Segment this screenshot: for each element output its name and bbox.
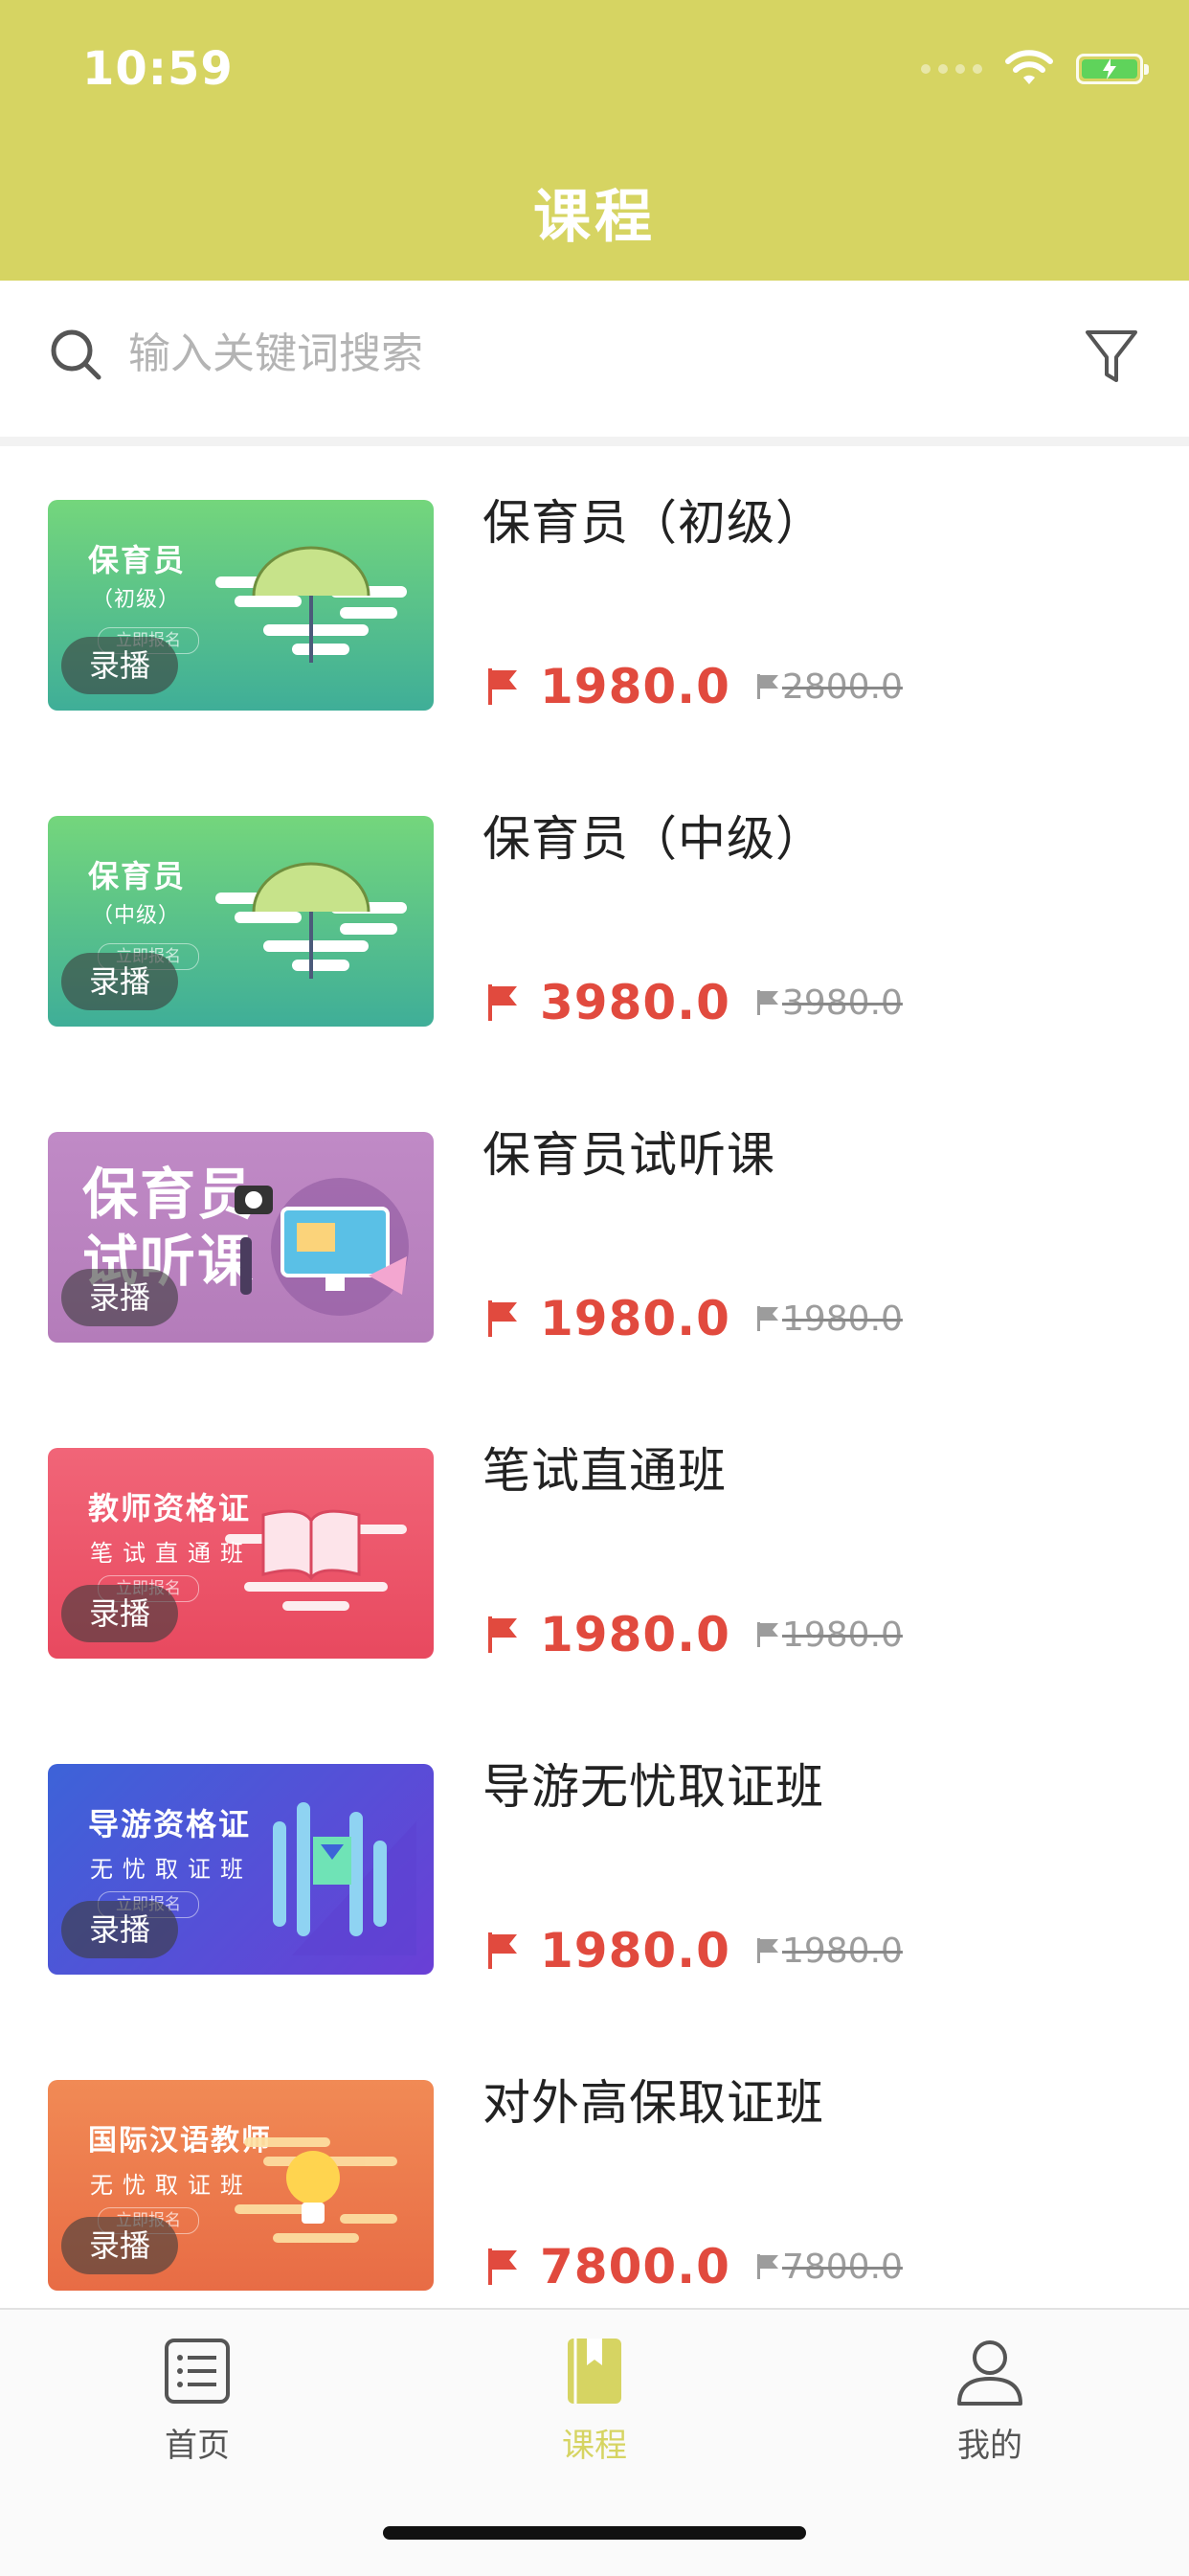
course-name: 对外高保取证班 xyxy=(482,2075,824,2131)
original-price: 1980.0 xyxy=(755,1299,903,1339)
status-indicators xyxy=(921,50,1149,88)
original-price-value: 7800.0 xyxy=(781,2247,903,2287)
course-item[interactable]: 保育员 （中级） 立即报名 录播 保育员（中级） 3980.0 3980.0 xyxy=(0,762,1189,1078)
course-price: 1980.0 xyxy=(540,1607,730,1662)
recorded-tag: 录播 xyxy=(61,953,178,1010)
course-price: 1980.0 xyxy=(540,1923,730,1978)
home-indicator xyxy=(383,2526,806,2540)
original-price: 7800.0 xyxy=(755,2248,903,2287)
umbrella-icon xyxy=(215,862,407,979)
original-price-value: 1980.0 xyxy=(781,1299,903,1339)
search-icon[interactable] xyxy=(48,327,105,384)
page-title: 课程 xyxy=(533,184,656,251)
original-price-flag-icon xyxy=(756,2254,778,2279)
recorded-tag: 录播 xyxy=(61,1585,178,1642)
course-name: 保育员试听课 xyxy=(482,1127,775,1183)
course-thumbnail: 教师资格证 笔试直通班 立即报名 录播 xyxy=(48,1448,434,1659)
price-row: 7800.0 7800.0 xyxy=(486,2239,903,2294)
course-price: 7800.0 xyxy=(540,2239,730,2294)
original-price-flag-icon xyxy=(756,1622,778,1647)
course-thumbnail: 导游资格证 无忧取证班 立即报名 录播 xyxy=(48,1764,434,1975)
user-icon xyxy=(957,2340,1022,2406)
recorded-tag: 录播 xyxy=(61,1901,178,1958)
divider xyxy=(0,437,1189,446)
course-name: 笔试直通班 xyxy=(482,1443,727,1499)
search-bar xyxy=(0,281,1189,437)
course-thumbnail: 保育员 （中级） 立即报名 录播 xyxy=(48,816,434,1027)
tab-home[interactable]: 首页 xyxy=(92,2333,303,2466)
course-price: 3980.0 xyxy=(540,975,730,1030)
tab-me[interactable]: 我的 xyxy=(885,2333,1095,2466)
original-price: 3980.0 xyxy=(755,983,903,1023)
price-row: 1980.0 1980.0 xyxy=(486,1607,903,1662)
tab-courses-label: 课程 xyxy=(562,2427,627,2465)
price-flag-icon xyxy=(488,1616,517,1653)
tab-courses[interactable]: 课程 xyxy=(489,2333,700,2466)
signal-icon xyxy=(921,64,982,74)
original-price-value: 3980.0 xyxy=(781,983,903,1023)
course-item[interactable]: 教师资格证 笔试直通班 立即报名 录播 笔试直通班 1980.0 1980.0 xyxy=(0,1394,1189,1710)
top-header: 10:59 课程 xyxy=(0,0,1189,281)
price-row: 3980.0 3980.0 xyxy=(486,975,903,1030)
search-input[interactable] xyxy=(126,319,992,388)
original-price: 1980.0 xyxy=(755,1932,903,1971)
original-price-flag-icon xyxy=(756,1306,778,1331)
course-item[interactable]: 导游资格证 无忧取证班 立即报名 录播 导游无忧取证班 1980.0 1980.… xyxy=(0,1710,1189,2026)
bookmark-book-icon xyxy=(568,2339,621,2404)
course-name: 导游无忧取证班 xyxy=(482,1759,824,1815)
price-flag-icon xyxy=(488,2248,517,2285)
recorded-tag: 录播 xyxy=(61,637,178,694)
price-flag-icon xyxy=(488,984,517,1021)
original-price: 2800.0 xyxy=(755,667,903,707)
course-price: 1980.0 xyxy=(540,1291,730,1346)
lightbulb-icon xyxy=(235,2137,397,2243)
recorded-tag: 录播 xyxy=(61,2217,178,2274)
tab-home-label: 首页 xyxy=(165,2427,230,2465)
price-flag-icon xyxy=(488,1300,517,1337)
course-item[interactable]: 保育员 试听课 录播 保育员试听课 1980.0 1980.0 xyxy=(0,1078,1189,1394)
umbrella-icon xyxy=(215,546,407,663)
original-price-flag-icon xyxy=(756,990,778,1015)
thumb-subtitle: （初级） xyxy=(92,588,181,612)
price-flag-icon xyxy=(488,668,517,705)
wifi-icon xyxy=(1005,50,1053,84)
filter-icon[interactable] xyxy=(1084,327,1139,386)
course-item[interactable]: 国际汉语教师 无忧取证班 立即报名 录播 对外高保取证班 7800.0 7800… xyxy=(0,2026,1189,2342)
thumb-title: 保育员 xyxy=(88,858,187,894)
price-row: 1980.0 1980.0 xyxy=(486,1291,903,1346)
battery-icon xyxy=(1076,54,1149,84)
price-flag-icon xyxy=(488,1932,517,1969)
tab-me-label: 我的 xyxy=(957,2427,1022,2465)
course-item[interactable]: 保育员 （初级） 立即报名 录播 保育员（初级） 1980.0 2800.0 xyxy=(0,446,1189,762)
original-price-value: 1980.0 xyxy=(781,1931,903,1971)
thumb-title: 保育员 xyxy=(88,542,187,578)
thumb-subtitle: （中级） xyxy=(92,904,181,928)
original-price-flag-icon xyxy=(756,674,778,699)
flag-building-icon xyxy=(273,1802,416,1955)
original-price-flag-icon xyxy=(756,1938,778,1963)
course-thumbnail: 国际汉语教师 无忧取证班 立即报名 录播 xyxy=(48,2080,434,2291)
original-price-value: 2800.0 xyxy=(781,667,903,707)
original-price: 1980.0 xyxy=(755,1616,903,1655)
open-book-icon xyxy=(225,1509,407,1611)
original-price-value: 1980.0 xyxy=(781,1615,903,1655)
course-thumbnail: 保育员 （初级） 立即报名 录播 xyxy=(48,500,434,711)
course-thumbnail: 保育员 试听课 录播 xyxy=(48,1132,434,1343)
computer-desk-icon xyxy=(235,1178,409,1316)
price-row: 1980.0 2800.0 xyxy=(486,659,903,714)
course-price: 1980.0 xyxy=(540,659,730,714)
status-time: 10:59 xyxy=(82,42,234,96)
course-name: 保育员（初级） xyxy=(482,495,824,551)
course-name: 保育员（中级） xyxy=(482,811,824,867)
price-row: 1980.0 1980.0 xyxy=(486,1923,903,1978)
list-icon xyxy=(165,2339,230,2404)
recorded-tag: 录播 xyxy=(61,1269,178,1326)
